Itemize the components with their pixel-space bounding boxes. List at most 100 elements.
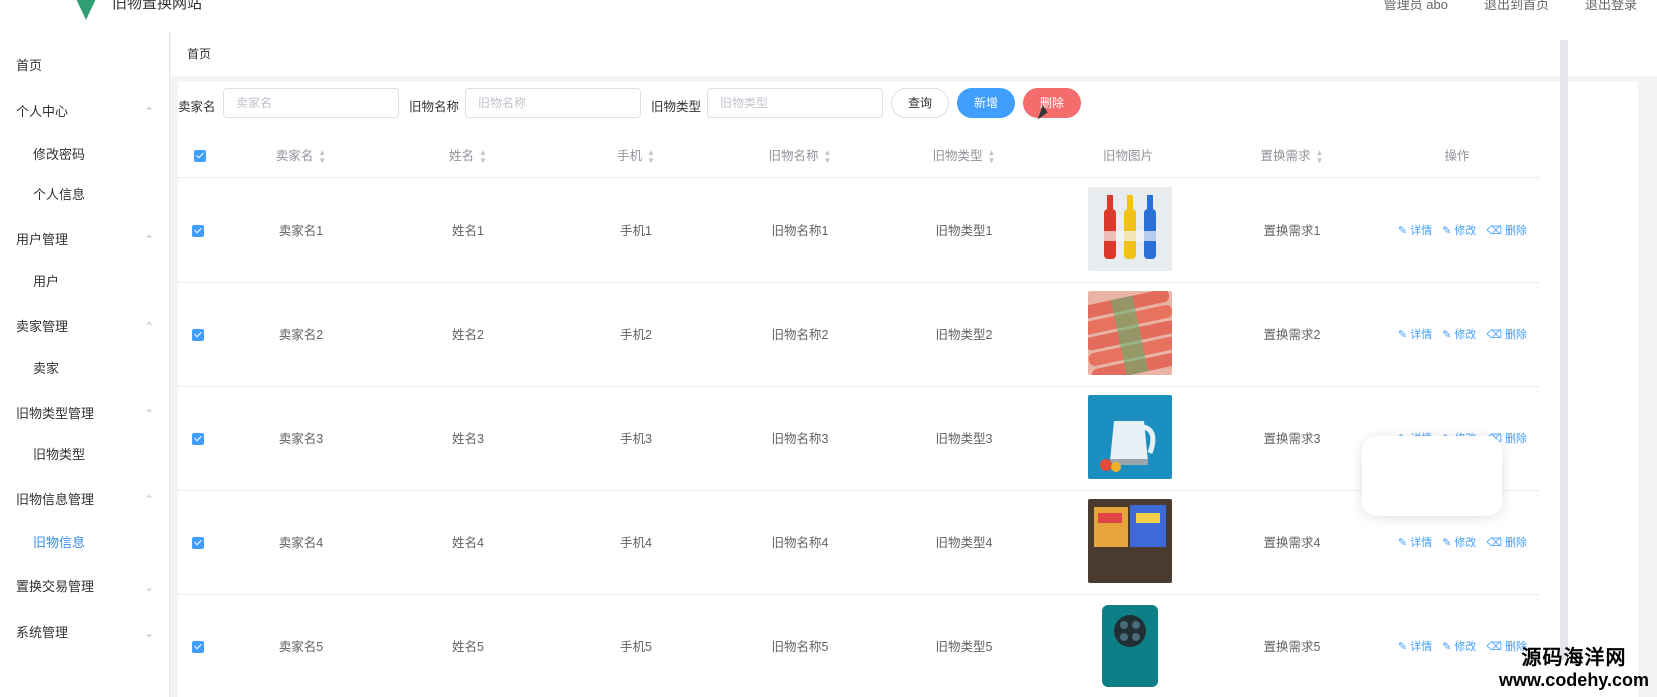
chevron-up-icon: ⌃ — [143, 233, 154, 247]
table-row[interactable]: 卖家名2 姓名2 手机2 旧物名称2 旧物类型2 置换需求2 ✎ 详情 ✎ 修改 ⌫ 删除 — [178, 283, 1540, 387]
cell-requirement: 置换需求4 — [1263, 536, 1321, 550]
sidebar-item-label: 修改密码 — [33, 147, 86, 162]
app: 旧物置换网站 管理员 abo 退出到首页 退出登录 首页个人中心 ⌃ 修改密码个人信… — [0, 0, 1657, 697]
chevron-up-icon: ⌃ — [143, 105, 154, 119]
sidebar-item-4[interactable]: 用户管理 ⌃ — [0, 220, 170, 260]
col-requirement[interactable]: 置换需求 ▲ ▼ — [1210, 134, 1374, 178]
sidebar-item-7[interactable]: 卖家 — [0, 349, 170, 389]
top-header: 旧物置换网站 管理员 abo 退出到首页 退出登录 — [0, 0, 1657, 32]
cell-type: 旧物类型5 — [935, 640, 993, 654]
row-delete-button[interactable]: ⌫删除 — [1486, 537, 1527, 549]
col-name[interactable]: 姓名 ▲ ▼ — [382, 134, 554, 178]
sidebar-item-label: 旧物类型管理 — [16, 406, 95, 421]
row-delete-button[interactable]: ⌫删除 — [1486, 225, 1527, 237]
seller-search-input[interactable] — [223, 88, 399, 118]
cell-type: 旧物类型1 — [935, 224, 993, 238]
sort-icon[interactable]: ▲ ▼ — [988, 148, 996, 165]
cell-requirement: 置换需求5 — [1263, 640, 1321, 654]
watermark-line1: 源码海洋网 — [1521, 647, 1627, 669]
cell-name: 姓名3 — [452, 432, 484, 446]
trash-icon: ⌫ — [1486, 537, 1502, 549]
detail-button[interactable]: ✎详情 — [1398, 225, 1432, 237]
chevron-up-icon: ⌃ — [143, 407, 154, 421]
add-button[interactable]: 新增 — [957, 88, 1015, 118]
sidebar-item-11[interactable]: 旧物信息 — [0, 523, 170, 563]
col-actions: 操作 — [1444, 149, 1470, 163]
edit-button[interactable]: ✎修改 — [1442, 329, 1476, 341]
chevron-up-icon: ⌃ — [143, 320, 154, 334]
scrollbar[interactable] — [1560, 40, 1568, 660]
sidebar-item-2[interactable]: 修改密码 — [0, 135, 170, 175]
logo-icon — [70, 0, 102, 20]
edit-button[interactable]: ✎修改 — [1442, 225, 1476, 237]
row-checkbox[interactable] — [192, 329, 204, 341]
row-checkbox[interactable] — [192, 433, 204, 445]
sort-icon[interactable]: ▲ ▼ — [318, 148, 326, 165]
sidebar-item-1[interactable]: 个人中心 ⌃ — [0, 92, 170, 132]
cell-name: 姓名5 — [452, 640, 484, 654]
sidebar-item-8[interactable]: 旧物类型管理 ⌃ — [0, 394, 170, 434]
sort-icon[interactable]: ▲ ▼ — [824, 148, 832, 165]
row-checkbox[interactable] — [192, 641, 204, 653]
row-checkbox[interactable] — [192, 537, 204, 549]
sidebar-item-6[interactable]: 卖家管理 ⌃ — [0, 307, 170, 347]
item-type-search-input[interactable] — [707, 88, 883, 118]
col-item-type[interactable]: 旧物类型 ▲ ▼ — [882, 134, 1046, 178]
sort-icon[interactable]: ▲ ▼ — [1316, 148, 1324, 165]
sort-icon[interactable]: ▲ ▼ — [479, 148, 487, 165]
item-name-search-input[interactable] — [465, 88, 641, 118]
row-delete-button[interactable]: ⌫删除 — [1486, 329, 1527, 341]
sidebar-item-13[interactable]: 系统管理 ⌄ — [0, 613, 170, 653]
floating-popup — [1362, 436, 1502, 516]
table-row[interactable]: 卖家名3姓名3手机3旧物名称3旧物类型3置换需求3✎详情✎修改⌫删除 — [178, 387, 1540, 491]
sidebar-item-label: 卖家管理 — [16, 319, 69, 334]
delete-button[interactable]: 删除 — [1023, 88, 1081, 118]
table-row[interactable]: 卖家名4 姓名4 手机4 旧物名称4 旧物类型4 置换需求4 ✎ 详情 ✎ 修改 ⌫ 删除 — [178, 491, 1540, 595]
row-actions: ✎详情 ✎修改 ⌫删除 — [1398, 179, 1537, 283]
edit-icon: ✎ — [1398, 641, 1408, 653]
sidebar-item-3[interactable]: 个人信息 — [0, 175, 170, 215]
seller-label: 卖家名 — [178, 100, 216, 114]
sidebar-item-label: 卖家 — [33, 361, 60, 376]
cell-phone: 手机1 — [620, 224, 652, 238]
cell-seller: 卖家名3 — [278, 432, 324, 446]
sidebar-item-5[interactable]: 用户 — [0, 262, 170, 302]
back-to-home-link[interactable]: 退出到首页 — [1484, 0, 1549, 13]
table-row[interactable]: 卖家名1 姓名1 手机1 旧物名称1 旧物类型1 置换需求1 ✎ 详情 ✎ 修改 ⌫ 删除 — [178, 179, 1540, 283]
edit-button[interactable]: ✎修改 — [1442, 537, 1476, 549]
cell-name: 姓名1 — [452, 224, 484, 238]
col-seller[interactable]: 卖家名 ▲ ▼ — [220, 134, 382, 178]
sidebar-item-label: 旧物信息管理 — [16, 492, 95, 507]
sort-icon[interactable]: ▲ ▼ — [647, 148, 655, 165]
chevron-down-icon: ⌄ — [143, 580, 154, 594]
logout-link[interactable]: 退出登录 — [1585, 0, 1637, 13]
sidebar: 首页 个人中心 ⌃ 修改密码 个人信息 用户管理 ⌃ 用户 卖家管理 ⌃ 卖家 旧物类型管理 ⌃ 旧物类型… — [0, 32, 170, 697]
edit-button[interactable]: ✎修改 — [1442, 641, 1476, 653]
query-button[interactable]: 查询 — [891, 88, 949, 118]
sidebar-item-12[interactable]: 置换交易管理 ⌄ — [0, 567, 170, 607]
select-all-checkbox[interactable] — [194, 150, 206, 162]
table-row[interactable]: 卖家名5 姓名5 手机5 旧物名称5 旧物类型5 置换需求5 ✎ 详情 ✎ 修改 ⌫ 删除 — [178, 595, 1540, 697]
sidebar-item-label: 旧物信息 — [33, 535, 86, 550]
edit-icon: ✎ — [1442, 641, 1452, 653]
admin-user-link[interactable]: 管理员 abo — [1384, 0, 1448, 13]
col-item-name[interactable]: 旧物名称 ▲ ▼ — [718, 134, 882, 178]
sidebar-item-label: 置换交易管理 — [16, 579, 95, 594]
sidebar-item-label: 个人中心 — [16, 104, 69, 119]
row-actions: ✎详情 ✎修改 ⌫删除 — [1398, 283, 1537, 387]
edit-icon: ✎ — [1442, 225, 1452, 237]
sidebar-item-9[interactable]: 旧物类型 — [0, 435, 170, 475]
sidebar-item-label: 首页 — [16, 58, 43, 73]
cell-item: 旧物名称5 — [771, 640, 829, 654]
detail-button[interactable]: ✎详情 — [1398, 641, 1432, 653]
detail-button[interactable]: ✎详情 — [1398, 537, 1432, 549]
breadcrumb-home[interactable]: 首页 — [187, 45, 211, 62]
col-phone[interactable]: 手机 ▲ ▼ — [554, 134, 718, 178]
row-checkbox[interactable] — [192, 225, 204, 237]
detail-button[interactable]: ✎详情 — [1398, 329, 1432, 341]
cell-seller: 卖家名1 — [278, 224, 324, 238]
main-panel: 卖家名 旧物名称 旧物类型 查询 新增 删除 卖家名▲▼ 姓名▲▼ 手机▲▼ 旧… — [178, 82, 1638, 697]
sidebar-item-10[interactable]: 旧物信息管理 ⌃ — [0, 480, 170, 520]
site-title: 旧物置换网站 — [112, 0, 203, 12]
sidebar-item-0[interactable]: 首页 — [0, 46, 170, 86]
